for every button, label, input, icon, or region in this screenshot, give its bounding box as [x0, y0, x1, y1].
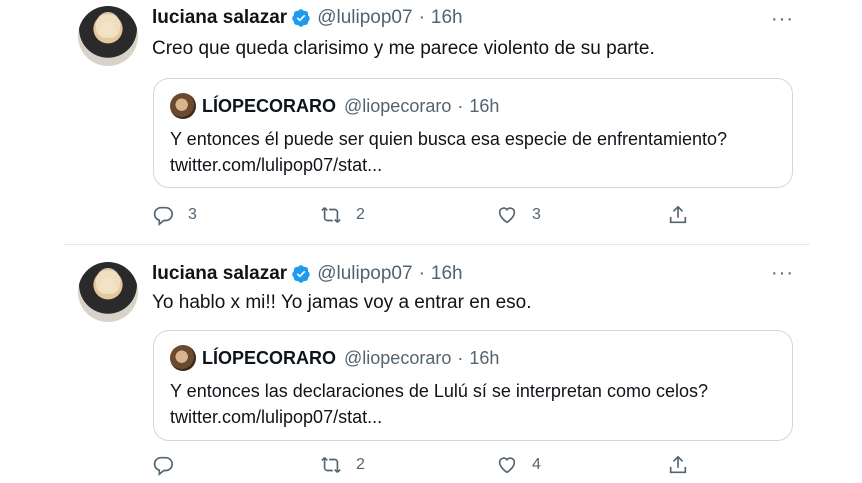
like-icon: [498, 207, 516, 224]
tweet[interactable]: luciana salazar @lulipop07 · 16h ··· Cre…: [0, 0, 862, 245]
quoted-author-handle: @liopecoraro: [344, 347, 452, 368]
quoted-tweet-header: LÍOPECORARO @liopecoraro · 16h: [170, 345, 499, 371]
reply-button[interactable]: 3: [152, 204, 197, 226]
like-count: 4: [532, 456, 541, 473]
share-icon: [669, 455, 687, 474]
avatar: [170, 345, 196, 371]
share-icon: [669, 205, 687, 224]
reply-icon: [153, 206, 173, 226]
quoted-timestamp: 16h: [469, 95, 500, 116]
tweet-divider: [64, 244, 810, 245]
quoted-tweet-header: LÍOPECORARO @liopecoraro · 16h: [170, 93, 499, 119]
quoted-timestamp: 16h: [469, 347, 500, 368]
tweet-header: luciana salazar @lulipop07 · 16h: [152, 263, 463, 285]
share-button[interactable]: [667, 204, 689, 226]
reply-count: 3: [188, 206, 197, 223]
more-icon[interactable]: ···: [771, 8, 794, 31]
timestamp[interactable]: 16h: [431, 7, 463, 29]
avatar[interactable]: [78, 262, 138, 322]
separator-dot: ·: [457, 347, 464, 368]
more-icon[interactable]: ···: [771, 262, 794, 285]
tweet-text: Creo que queda clarisimo y me parece vio…: [152, 38, 655, 59]
quoted-tweet[interactable]: LÍOPECORARO @liopecoraro · 16h Y entonce…: [153, 330, 793, 441]
retweet-icon: [321, 457, 341, 473]
share-button[interactable]: [667, 454, 689, 476]
author-name[interactable]: luciana salazar: [152, 7, 287, 29]
quoted-author-name: LÍOPECORARO: [202, 347, 337, 368]
tweet[interactable]: luciana salazar @lulipop07 · 16h ··· Yo …: [0, 248, 862, 483]
like-button[interactable]: 4: [496, 454, 541, 476]
reply-button[interactable]: [152, 454, 188, 476]
retweet-icon: [321, 207, 341, 223]
reply-icon: [153, 456, 173, 476]
verified-badge-icon: [292, 265, 310, 283]
avatar: [170, 93, 196, 119]
quoted-tweet[interactable]: LÍOPECORARO @liopecoraro · 16h Y entonce…: [153, 78, 793, 188]
quoted-text-line: Y entonces las declaraciones de Lulú sí …: [170, 381, 708, 401]
verified-badge-icon: [292, 9, 310, 27]
avatar[interactable]: [78, 6, 138, 66]
retweet-count: 2: [356, 456, 365, 473]
author-handle[interactable]: @lulipop07: [317, 7, 412, 29]
tweet-header: luciana salazar @lulipop07 · 16h: [152, 7, 463, 29]
tweet-text: Yo hablo x mi!! Yo jamas voy a entrar en…: [152, 292, 532, 313]
like-count: 3: [532, 206, 541, 223]
timestamp[interactable]: 16h: [431, 263, 463, 285]
quoted-author-name: LÍOPECORARO: [202, 95, 337, 116]
retweet-button[interactable]: 2: [320, 204, 365, 226]
quoted-text-line: Y entonces él puede ser quien busca esa …: [170, 129, 728, 149]
like-icon: [498, 457, 516, 474]
quoted-tweet-text: Y entonces él puede ser quien busca esa …: [170, 126, 727, 178]
quoted-link[interactable]: twitter.com/lulipop07/stat...: [170, 152, 727, 178]
tweet-actions: 2 4: [152, 454, 712, 478]
like-button[interactable]: 3: [496, 204, 541, 226]
separator-dot: ·: [457, 95, 464, 116]
quoted-link[interactable]: twitter.com/lulipop07/stat...: [170, 404, 708, 430]
quoted-tweet-text: Y entonces las declaraciones de Lulú sí …: [170, 378, 708, 430]
separator-dot: ·: [418, 7, 425, 28]
quoted-author-handle: @liopecoraro: [344, 95, 452, 116]
retweet-button[interactable]: 2: [320, 454, 365, 476]
author-name[interactable]: luciana salazar: [152, 263, 287, 285]
separator-dot: ·: [418, 263, 425, 284]
tweet-actions: 3 2 3: [152, 204, 712, 228]
author-handle[interactable]: @lulipop07: [317, 263, 412, 285]
retweet-count: 2: [356, 206, 365, 223]
